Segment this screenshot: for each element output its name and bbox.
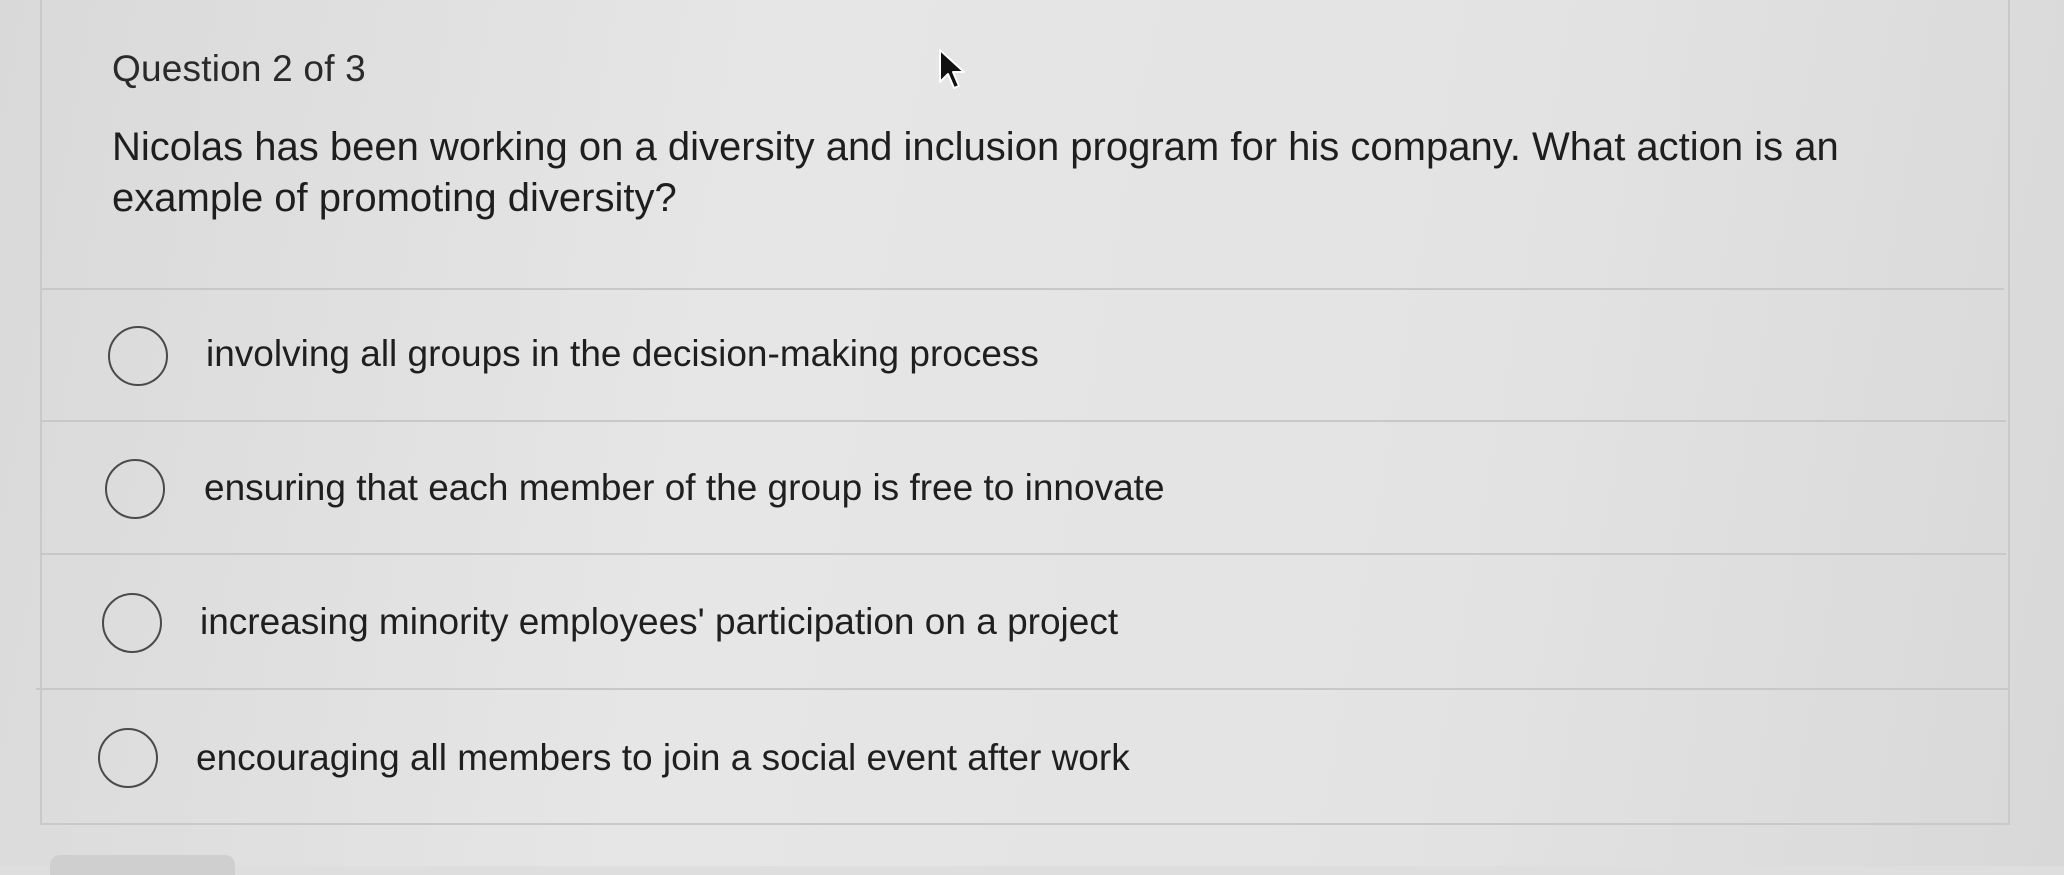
question-counter: Question 2 of 3 [112,48,366,89]
radio-button-icon[interactable] [102,593,162,653]
radio-button-icon[interactable] [98,728,158,788]
answer-option-label: encouraging all members to join a social… [196,737,1130,778]
screen: Question 2 of 3 Nicolas has been working… [0,0,2064,875]
radio-button-icon[interactable] [105,459,165,519]
question-prompt: Nicolas has been working on a diversity … [112,125,1839,220]
mouse-pointer-icon [939,49,965,89]
answer-option-4[interactable]: encouraging all members to join a social… [36,690,2008,820]
answer-option-1[interactable]: involving all groups in the decision-mak… [42,290,2004,420]
answer-option-label: involving all groups in the decision-mak… [206,333,1039,374]
bottom-tab-edge [50,855,235,875]
radio-button-icon[interactable] [108,326,168,386]
answer-option-2[interactable]: ensuring that each member of the group i… [42,422,2006,552]
answer-option-label: ensuring that each member of the group i… [204,467,1165,508]
answer-option-label: increasing minority employees' participa… [200,601,1119,642]
answer-option-3[interactable]: increasing minority employees' participa… [40,555,2006,685]
